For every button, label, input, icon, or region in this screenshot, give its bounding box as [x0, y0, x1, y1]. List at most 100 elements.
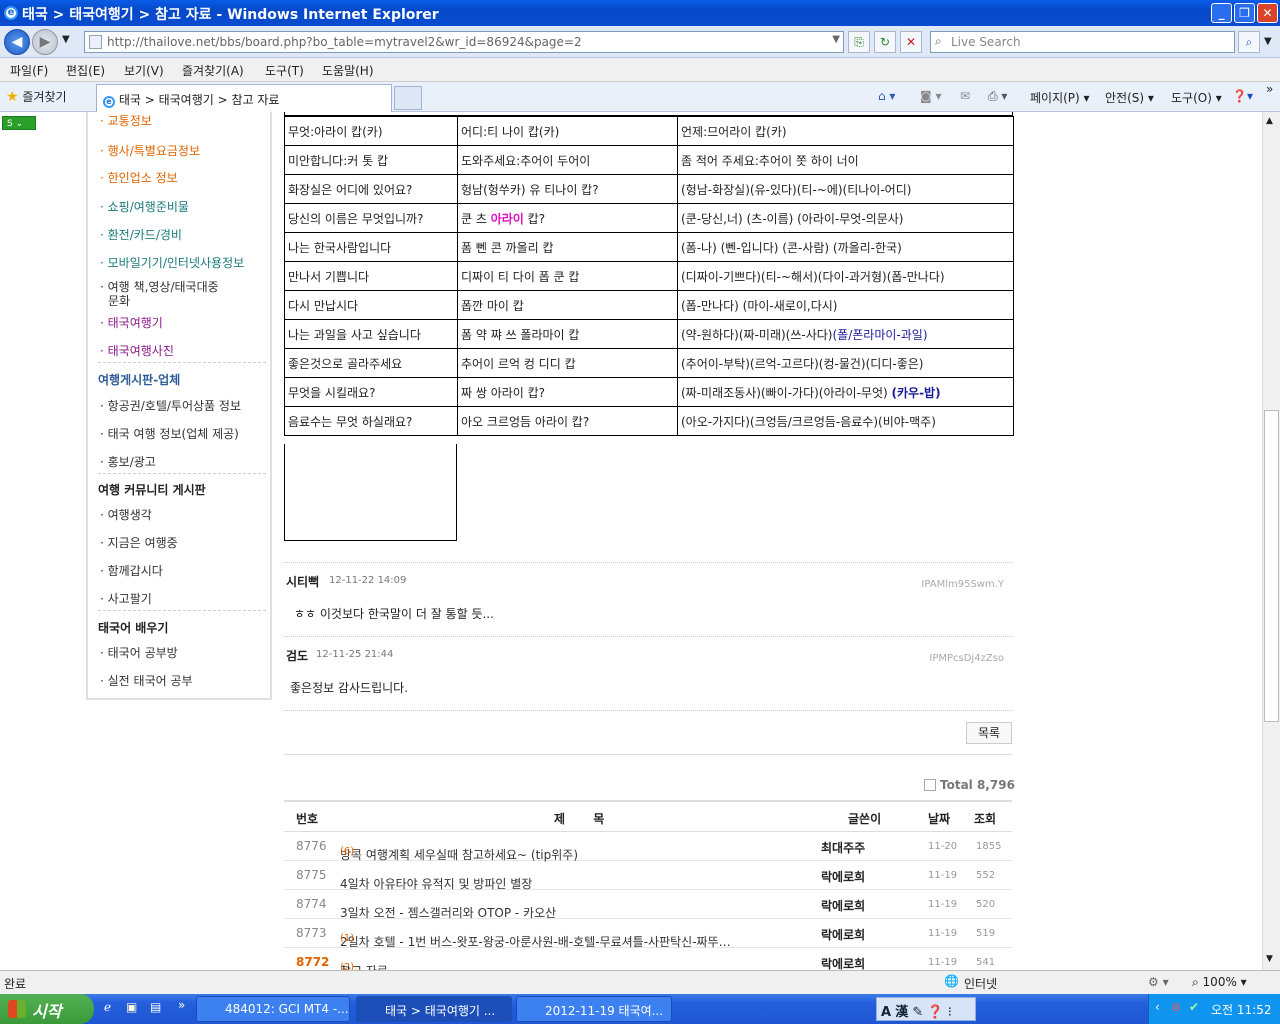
table-cell: 좋은것으로 골라주세요 — [284, 348, 458, 378]
sidebar-item-travel-info[interactable]: · 태국 여행 정보(업체 제공) — [100, 425, 239, 442]
home-icon[interactable]: ⌂ ▾ — [878, 89, 895, 103]
vertical-scrollbar[interactable]: ▲ ▼ — [1262, 112, 1280, 970]
phrase-text: (짜-미래조동사)(빠이-가다)(아라이-무엇) — [681, 385, 888, 400]
menu-favorites[interactable]: 즐겨찾기(A) — [182, 62, 244, 79]
scroll-up-icon[interactable]: ▲ — [1266, 116, 1273, 126]
tab-current[interactable]: e 태국 > 태국여행기 > 참고 자료 — [96, 84, 392, 112]
sidebar-item-promo[interactable]: · 홍보/광고 — [100, 453, 156, 470]
task-document[interactable]: 2012-11-19 태국여... — [516, 996, 672, 1022]
ie-quicklaunch-icon[interactable]: ℯ — [104, 1000, 111, 1014]
list-button[interactable]: 목록 — [966, 722, 1012, 744]
phrase-text: 캅? — [523, 211, 546, 226]
task-mt4[interactable]: 484012: GCI MT4 -... — [196, 996, 350, 1022]
sidebar-item-shopping[interactable]: · 쇼핑/여행준비물 — [100, 198, 189, 215]
comment-author[interactable]: 시티뻑 — [286, 573, 319, 590]
task-browser[interactable]: 태국 > 태국여행기 ... — [356, 996, 512, 1022]
sidebar-item-study[interactable]: · 태국어 공부방 — [100, 644, 178, 661]
refresh-icon[interactable]: ↻ — [874, 31, 896, 53]
address-input[interactable]: http://thailove.net/bbs/board.php?bo_tab… — [84, 31, 844, 53]
row-hits: 519 — [976, 928, 996, 939]
chevron-icon[interactable]: » — [1266, 82, 1273, 96]
zoom-control[interactable]: ⌕ 100% ▾ — [1192, 975, 1247, 990]
sidebar-item-korean-shops[interactable]: · 한인업소 정보 — [100, 169, 178, 186]
sidebar-item-practical[interactable]: · 실전 태국어 공부 — [100, 672, 193, 689]
sidebar-item-exchange[interactable]: · 환전/카드/경비 — [100, 226, 182, 243]
table-cell: 좀 적어 주세요:추어이 쫏 하이 너이 — [677, 145, 1014, 175]
green-badge-icon[interactable]: S ⌄ — [2, 116, 36, 130]
row-date: 11-19 — [928, 957, 958, 968]
highlight-word: 아라이 — [490, 211, 524, 226]
row-writer[interactable]: 락에로희 — [821, 926, 865, 943]
address-dropdown-icon[interactable]: ▼ — [832, 34, 840, 45]
compatibility-icon[interactable]: ⎘ — [848, 31, 870, 53]
sidebar-item-mobile[interactable]: · 모바일기기/인터넷사용정보 — [100, 254, 244, 271]
comment-author[interactable]: 검도 — [286, 647, 308, 664]
search-options-icon[interactable]: ▼ — [1264, 36, 1272, 47]
sidebar-item-thoughts[interactable]: · 여행생각 — [100, 506, 152, 523]
scroll-down-icon[interactable]: ▼ — [1266, 954, 1273, 964]
safety-menu[interactable]: 안전(S) ▾ — [1105, 89, 1154, 106]
clock[interactable]: 오전 11:52 — [1211, 1001, 1271, 1018]
help-icon[interactable]: ❓▾ — [1232, 89, 1253, 103]
back-button[interactable]: ◀ — [4, 29, 30, 55]
ime-toolbar[interactable]: A 漢 ✎ ❓ ⁝ — [876, 997, 976, 1021]
sidebar-item-travelogue[interactable]: · 태국여행기 — [100, 314, 163, 331]
tray-expand-icon[interactable]: ‹ — [1155, 1000, 1160, 1014]
menu-help[interactable]: 도움말(H) — [322, 62, 374, 79]
menu-edit[interactable]: 편집(E) — [66, 62, 105, 79]
table-cell: 폽깐 마이 캅 — [457, 290, 678, 320]
sidebar-item-events[interactable]: · 행사/특별요금정보 — [100, 142, 200, 159]
sidebar-item-market[interactable]: · 사고팔기 — [100, 590, 152, 607]
sidebar-item-traveling[interactable]: · 지금은 여행중 — [100, 534, 178, 551]
row-date: 11-19 — [928, 899, 958, 910]
print-icon[interactable]: ⎙ ▾ — [988, 89, 1007, 104]
protected-mode-icon[interactable]: ⚙ ▾ — [1148, 975, 1169, 989]
table-cell: 언제:므어라이 캅(카) — [677, 116, 1014, 146]
history-dropdown-icon[interactable]: ▼ — [62, 34, 70, 45]
row-writer[interactable]: 최대주주 — [821, 839, 865, 856]
maximize-button[interactable]: ❐ — [1234, 3, 1255, 23]
scroll-thumb[interactable] — [1264, 410, 1279, 722]
table-row: 화장실은 어디에 있어요? 헝남(헝쑤카) 유 티나이 캅? (헝남-화장실)(유-… — [284, 174, 1014, 204]
table-cell: 쿤 츠 아라이 캅? — [457, 203, 678, 233]
menu-tools[interactable]: 도구(T) — [265, 62, 304, 79]
row-writer[interactable]: 락에로희 — [821, 955, 865, 970]
table-cell: 아오 크르엉듬 아라이 캅? — [457, 406, 678, 436]
close-button[interactable]: ✕ — [1257, 3, 1278, 23]
sidebar-item-transport[interactable]: · 교통정보 — [100, 112, 152, 129]
sidebar-item-together[interactable]: · 함께갑시다 — [100, 562, 163, 579]
divider — [98, 610, 266, 611]
table-cell: 화장실은 어디에 있어요? — [284, 174, 458, 204]
comment-ip: IPAMlm95Swm.Y — [921, 579, 1004, 590]
page-menu[interactable]: 페이지(P) ▾ — [1030, 89, 1090, 106]
favorites-button[interactable]: ★ 즐겨찾기 — [6, 88, 67, 105]
tray-network-icon[interactable]: ✔ — [1189, 1000, 1199, 1014]
row-writer[interactable]: 락에로희 — [821, 868, 865, 885]
comment-date: 12-11-25 21:44 — [316, 649, 394, 660]
menu-view[interactable]: 보기(V) — [124, 62, 164, 79]
new-tab-button[interactable] — [394, 86, 422, 110]
minimize-button[interactable]: _ — [1211, 3, 1232, 23]
forward-button[interactable]: ▶ — [32, 29, 58, 55]
live-search-input[interactable]: ⌕ Live Search — [930, 31, 1235, 53]
board-header: 번호 제 목 글쓴이 날짜 조회 — [284, 800, 1012, 832]
quicklaunch-more-icon[interactable]: » — [178, 998, 185, 1012]
mail-icon[interactable]: ✉ — [960, 89, 970, 103]
section-title-community: 여행 커뮤니티 게시판 — [98, 483, 206, 497]
col-hits: 조회 — [974, 812, 997, 826]
table-cell: (약-원하다)(짜-미래)(쓰-사다)(폴/폰라마이-과일) — [677, 319, 1014, 349]
sidebar-item-air-hotel[interactable]: · 항공권/호텔/투어상품 정보 — [100, 397, 241, 414]
start-button[interactable]: 시작 — [0, 994, 94, 1024]
folder-quicklaunch-icon[interactable]: ▣ — [126, 1000, 137, 1014]
globe-icon: 🌐 — [944, 974, 959, 988]
search-go-icon[interactable]: ⌕ — [1238, 31, 1260, 53]
sidebar-item-photos[interactable]: · 태국여행사진 — [100, 342, 174, 359]
row-writer[interactable]: 락에로희 — [821, 897, 865, 914]
tools-menu[interactable]: 도구(O) ▾ — [1171, 89, 1222, 106]
menu-file[interactable]: 파일(F) — [10, 62, 48, 79]
sidebar-item-books-cont[interactable]: 문화 — [108, 292, 130, 309]
tray-security-icon[interactable]: ⊘ — [1171, 1000, 1181, 1014]
feeds-icon[interactable]: ◙ ▾ — [920, 89, 941, 103]
stop-icon[interactable]: ✕ — [900, 31, 922, 53]
doc-quicklaunch-icon[interactable]: ▤ — [150, 1000, 161, 1014]
